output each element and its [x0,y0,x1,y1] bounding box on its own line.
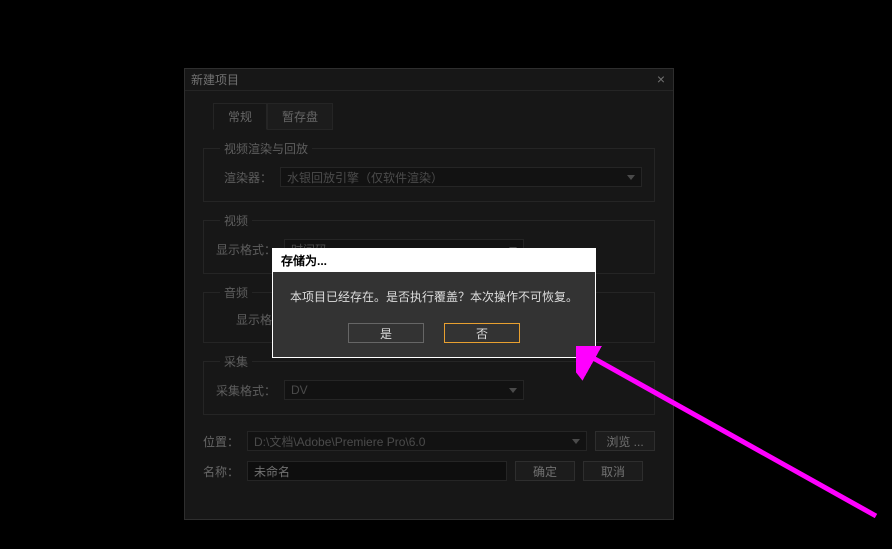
group-video-render: 视频渲染与回放 渲染器： 水银回放引擎（仅软件渲染） [203,140,655,202]
group-capture: 采集 采集格式： DV [203,353,655,415]
location-select[interactable]: D:\文档\Adobe\Premiere Pro\6.0 [247,431,587,451]
yes-button[interactable]: 是 [348,323,424,343]
save-as-dialog: 存储为... 本项目已经存在。是否执行覆盖？本次操作不可恢复。 是 否 [272,248,596,358]
name-label: 名称： [203,463,239,480]
dialog-title-bar: 新建项目 × [185,69,673,91]
group-video-legend: 视频 [220,212,252,229]
video-format-label: 显示格式： [216,241,276,258]
capture-format-value: DV [291,383,308,397]
renderer-value: 水银回放引擎（仅软件渲染） [287,169,443,186]
name-value: 未命名 [254,463,290,480]
tab-scratch-disks[interactable]: 暂存盘 [267,103,333,130]
tabs: 常规 暂存盘 [213,103,655,130]
save-as-message: 本项目已经存在。是否执行覆盖？本次操作不可恢复。 [287,288,581,305]
ok-button[interactable]: 确定 [515,461,575,481]
location-value: D:\文档\Adobe\Premiere Pro\6.0 [254,433,425,450]
cancel-button[interactable]: 取消 [583,461,643,481]
tab-general[interactable]: 常规 [213,103,267,130]
group-audio-legend: 音频 [220,284,252,301]
renderer-select[interactable]: 水银回放引擎（仅软件渲染） [280,167,642,187]
capture-format-select[interactable]: DV [284,380,524,400]
no-button[interactable]: 否 [444,323,520,343]
dialog-title: 新建项目 [191,71,239,88]
capture-format-label: 采集格式： [216,382,276,399]
browse-button[interactable]: 浏览 ... [595,431,655,451]
group-video-render-legend: 视频渲染与回放 [220,140,312,157]
location-label: 位置： [203,433,239,450]
group-capture-legend: 采集 [220,353,252,370]
close-icon[interactable]: × [657,71,665,87]
audio-format-label: 显示格 [216,311,272,328]
save-as-title: 存储为... [273,249,595,272]
renderer-label: 渲染器： [216,169,272,186]
name-input[interactable]: 未命名 [247,461,507,481]
